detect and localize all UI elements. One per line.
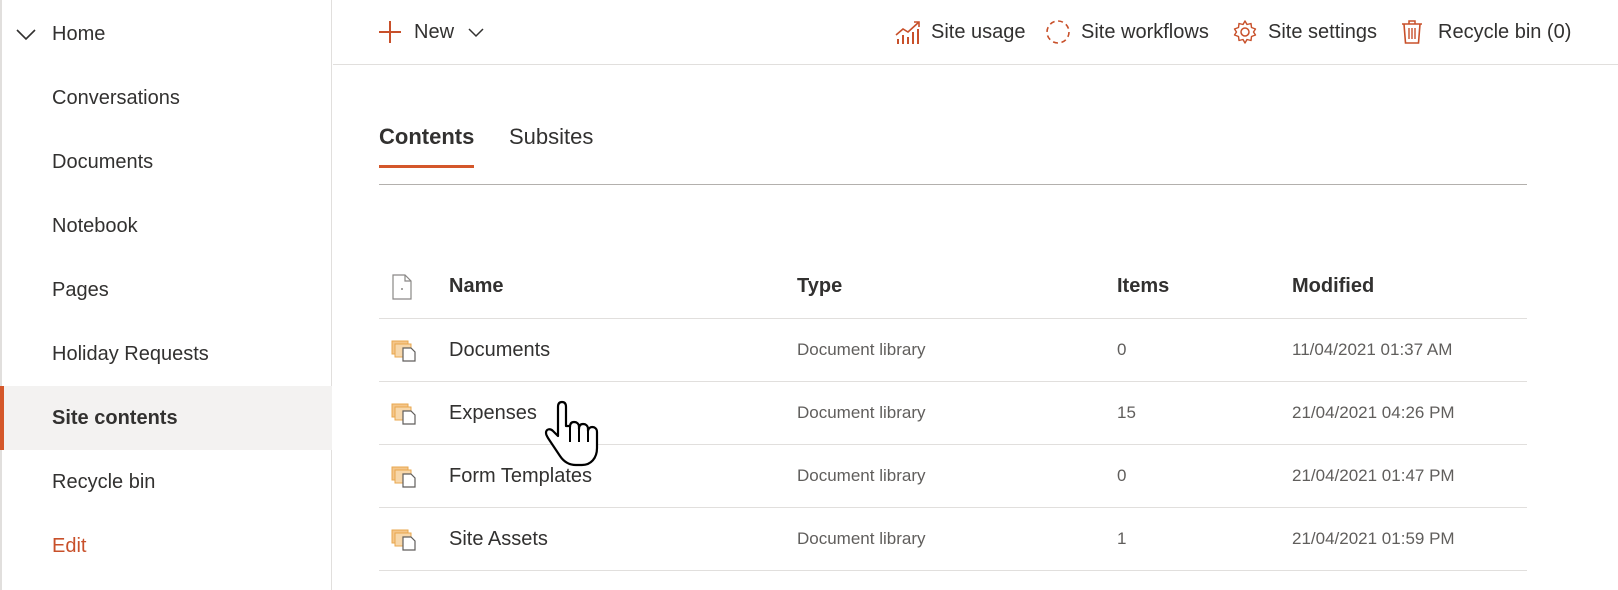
library-type: Document library xyxy=(797,403,926,422)
file-type-column-header[interactable] xyxy=(391,255,421,318)
library-name-link[interactable]: Expenses xyxy=(449,402,537,425)
nav-home-label: Home xyxy=(52,22,106,45)
library-items-count: 1 xyxy=(1117,529,1127,548)
chart-icon xyxy=(895,21,920,44)
library-items-count: 0 xyxy=(1117,340,1127,359)
library-type: Document library xyxy=(797,466,926,485)
trash-icon xyxy=(1402,20,1422,44)
table-header: Name Type Items Modified xyxy=(379,255,1527,319)
library-name-link[interactable]: Site Assets xyxy=(449,528,548,551)
document-library-icon xyxy=(391,508,421,570)
active-tab-indicator xyxy=(379,165,474,168)
nav-home[interactable]: Home xyxy=(2,2,332,66)
document-library-icon xyxy=(391,445,421,507)
sidebar-item-notebook[interactable]: Notebook xyxy=(2,194,332,258)
site-settings-label: Site settings xyxy=(1268,20,1377,43)
table-row[interactable]: Site Assets Document library 1 21/04/202… xyxy=(379,508,1527,571)
recycle-bin-button[interactable]: Recycle bin (0) xyxy=(1399,0,1571,64)
new-button-label: New xyxy=(414,20,455,43)
content-tabs: Contents Subsites xyxy=(379,110,1527,185)
table-row[interactable]: Documents Document library 0 11/04/2021 … xyxy=(379,319,1527,382)
document-library-icon xyxy=(391,319,421,381)
left-navigation: Home Conversations Documents Notebook Pa… xyxy=(0,0,332,590)
recycle-bin-label: Recycle bin (0) xyxy=(1438,20,1572,43)
sidebar-item-conversations[interactable]: Conversations xyxy=(2,66,332,130)
site-usage-button[interactable]: Site usage xyxy=(895,0,1026,64)
items-column-header[interactable]: Items xyxy=(1117,255,1169,318)
site-contents-table: Name Type Items Modified Documents Docum… xyxy=(379,255,1527,571)
chevron-down-icon[interactable] xyxy=(14,22,38,46)
library-items-count: 15 xyxy=(1117,403,1136,422)
sidebar-item-recycle-bin[interactable]: Recycle bin xyxy=(2,450,332,514)
library-type: Document library xyxy=(797,529,926,548)
library-items-count: 0 xyxy=(1117,466,1127,485)
site-workflows-button[interactable]: Site workflows xyxy=(1045,0,1209,64)
workflow-icon xyxy=(1046,20,1070,44)
tab-subsites[interactable]: Subsites xyxy=(509,124,593,150)
modified-column-header[interactable]: Modified xyxy=(1292,255,1374,318)
library-modified-date: 21/04/2021 04:26 PM xyxy=(1292,403,1455,422)
name-column-header[interactable]: Name xyxy=(449,255,503,318)
sidebar-item-documents[interactable]: Documents xyxy=(2,130,332,194)
tab-contents[interactable]: Contents xyxy=(379,124,474,150)
library-type: Document library xyxy=(797,340,926,359)
site-usage-label: Site usage xyxy=(931,20,1026,43)
table-row[interactable]: Form Templates Document library 0 21/04/… xyxy=(379,445,1527,508)
sidebar-item-holiday-requests[interactable]: Holiday Requests xyxy=(2,322,332,386)
site-settings-button[interactable]: Site settings xyxy=(1232,0,1377,64)
table-row[interactable]: Expenses Document library 15 21/04/2021 … xyxy=(379,382,1527,445)
chevron-down-icon[interactable] xyxy=(467,23,485,41)
sidebar-item-pages[interactable]: Pages xyxy=(2,258,332,322)
site-workflows-label: Site workflows xyxy=(1081,20,1209,43)
sidebar-item-site-contents[interactable]: Site contents xyxy=(0,386,332,450)
document-library-icon xyxy=(391,382,421,444)
new-button[interactable]: New xyxy=(377,0,485,64)
plus-icon xyxy=(379,21,401,43)
library-modified-date: 21/04/2021 01:59 PM xyxy=(1292,529,1455,548)
document-icon xyxy=(392,273,412,300)
library-name-link[interactable]: Documents xyxy=(449,339,550,362)
sidebar-edit-link[interactable]: Edit xyxy=(2,514,332,578)
gear-icon xyxy=(1233,20,1257,44)
library-name-link[interactable]: Form Templates xyxy=(449,465,592,488)
library-modified-date: 11/04/2021 01:37 AM xyxy=(1292,340,1453,359)
command-bar: New Site usage Site workflows Site setti… xyxy=(333,0,1618,65)
library-modified-date: 21/04/2021 01:47 PM xyxy=(1292,466,1455,485)
type-column-header[interactable]: Type xyxy=(797,255,842,318)
